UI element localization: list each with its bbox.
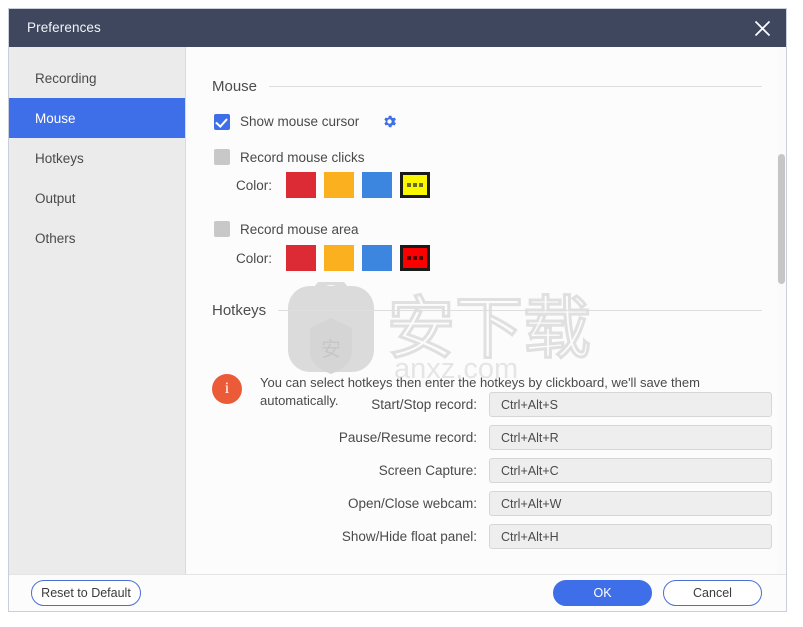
scrollbar-thumb[interactable] <box>778 154 785 284</box>
sidebar-item-label: Output <box>35 190 76 206</box>
show-mouse-cursor-label: Show mouse cursor <box>240 114 360 129</box>
mouse-section-header: Mouse <box>212 78 762 95</box>
sidebar-item-recording[interactable]: Recording <box>9 58 185 98</box>
hotkey-row-screen-capture: Screen Capture: Ctrl+Alt+C <box>317 458 772 483</box>
info-icon: i <box>212 374 242 404</box>
hotkey-row-float-panel: Show/Hide float panel: Ctrl+Alt+H <box>317 524 772 549</box>
hotkey-label: Start/Stop record: <box>371 397 477 412</box>
color-swatch-red[interactable] <box>286 245 316 271</box>
color-label: Color: <box>235 177 272 193</box>
show-mouse-cursor-checkbox[interactable] <box>214 113 230 130</box>
sidebar-item-label: Hotkeys <box>35 150 84 166</box>
hotkey-row-start-stop: Start/Stop record: Ctrl+Alt+S <box>317 392 772 417</box>
info-glyph: i <box>224 380 230 397</box>
sidebar-item-output[interactable]: Output <box>9 178 185 218</box>
settings-content: Mouse Show mouse cursor Record mouse cli… <box>187 47 786 575</box>
close-icon[interactable] <box>736 9 786 47</box>
color-swatch-custom-selected[interactable] <box>400 172 430 198</box>
hotkey-row-pause-resume: Pause/Resume record: Ctrl+Alt+R <box>317 425 772 450</box>
hotkeys-section-title: Hotkeys <box>212 302 267 319</box>
sidebar-item-label: Recording <box>35 70 97 86</box>
section-divider <box>278 310 762 311</box>
sidebar-item-hotkeys[interactable]: Hotkeys <box>9 138 185 178</box>
record-mouse-area-label: Record mouse area <box>240 221 359 237</box>
show-mouse-cursor-row: Show mouse cursor <box>214 113 398 130</box>
hotkey-input-pause-resume[interactable]: Ctrl+Alt+R <box>489 425 772 450</box>
hotkey-input-screen-capture[interactable]: Ctrl+Alt+C <box>489 458 772 483</box>
cancel-button[interactable]: Cancel <box>663 580 762 606</box>
preferences-dialog: Preferences Recording Mouse Hotkeys Outp… <box>8 8 787 612</box>
hotkey-label: Show/Hide float panel: <box>341 529 477 544</box>
record-mouse-clicks-row: Record mouse clicks <box>214 149 365 165</box>
gear-icon[interactable] <box>381 113 398 130</box>
reset-to-default-button[interactable]: Reset to Default <box>31 580 141 606</box>
dialog-footer: Reset to Default OK Cancel <box>9 574 786 611</box>
record-mouse-clicks-checkbox[interactable] <box>214 149 230 165</box>
hotkey-input-start-stop[interactable]: Ctrl+Alt+S <box>489 392 772 417</box>
hotkey-input-webcam[interactable]: Ctrl+Alt+W <box>489 491 772 516</box>
sidebar: Recording Mouse Hotkeys Output Others <box>9 47 186 575</box>
color-swatch-blue[interactable] <box>362 245 392 271</box>
record-mouse-clicks-label: Record mouse clicks <box>240 149 365 165</box>
section-divider <box>269 86 762 87</box>
record-clicks-color-row: Color: <box>214 172 438 198</box>
ok-button[interactable]: OK <box>553 580 652 606</box>
color-swatch-custom-selected[interactable] <box>400 245 430 271</box>
title-bar: Preferences <box>9 9 786 47</box>
window-title: Preferences <box>27 20 101 35</box>
mouse-section-title: Mouse <box>212 78 258 95</box>
color-swatch-blue[interactable] <box>362 172 392 198</box>
color-swatch-red[interactable] <box>286 172 316 198</box>
hotkey-input-float-panel[interactable]: Ctrl+Alt+H <box>489 524 772 549</box>
hotkey-label: Pause/Resume record: <box>338 430 477 445</box>
color-swatch-orange[interactable] <box>324 172 354 198</box>
hotkey-label: Open/Close webcam: <box>347 496 477 511</box>
sidebar-item-label: Others <box>35 230 76 246</box>
color-swatch-orange[interactable] <box>324 245 354 271</box>
record-mouse-area-checkbox[interactable] <box>214 221 230 237</box>
watermark-overlay: 安 安下载 anxz.com <box>282 277 622 387</box>
sidebar-item-others[interactable]: Others <box>9 218 185 258</box>
scrollbar-track[interactable] <box>777 47 786 575</box>
sidebar-item-label: Mouse <box>35 110 76 126</box>
record-area-color-row: Color: <box>214 245 438 271</box>
record-mouse-area-row: Record mouse area <box>214 221 359 237</box>
color-label: Color: <box>235 250 272 266</box>
svg-text:安: 安 <box>321 337 341 361</box>
hotkey-label: Screen Capture: <box>378 463 477 478</box>
sidebar-item-mouse[interactable]: Mouse <box>9 98 185 138</box>
hotkeys-section-header: Hotkeys <box>212 302 762 319</box>
hotkey-row-webcam: Open/Close webcam: Ctrl+Alt+W <box>317 491 772 516</box>
